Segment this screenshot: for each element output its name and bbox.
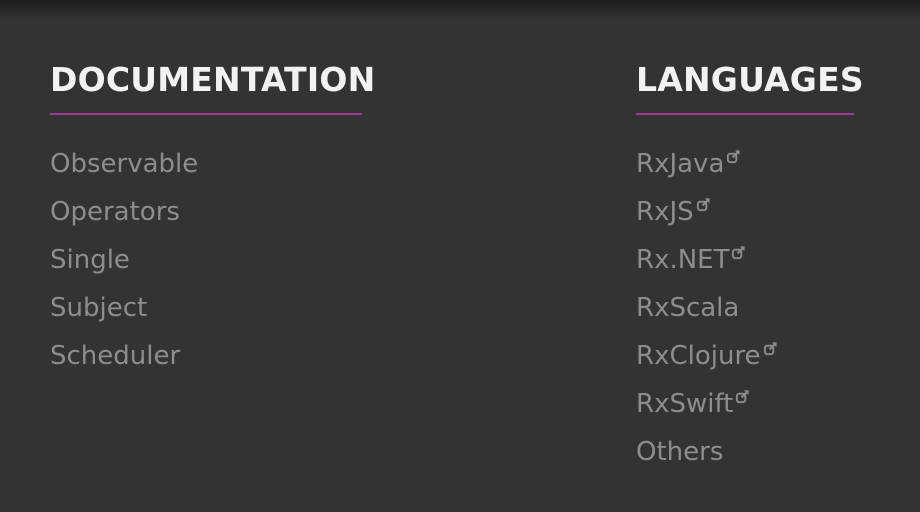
- documentation-item-scheduler: Scheduler: [50, 332, 362, 380]
- languages-item-others: Others: [636, 428, 854, 476]
- rxclojure-link-label: RxClojure: [636, 341, 761, 371]
- external-link-icon: [763, 342, 777, 356]
- external-link-icon: [732, 246, 746, 260]
- languages-item-rxscala: RxScala: [636, 284, 854, 332]
- languages-item-rxjava: RxJava: [636, 140, 854, 188]
- languages-item-rxclojure: RxClojure: [636, 332, 854, 380]
- top-shadow: [0, 0, 920, 18]
- rxscala-link[interactable]: RxScala: [636, 293, 739, 323]
- documentation-item-operators: Operators: [50, 188, 362, 236]
- subject-link[interactable]: Subject: [50, 293, 147, 323]
- languages-item-rxnet: Rx.NET: [636, 236, 854, 284]
- external-link-icon: [696, 198, 710, 212]
- documentation-item-subject: Subject: [50, 284, 362, 332]
- languages-section: LANGUAGES RxJava RxJS Rx.NET RxScala RxC…: [636, 58, 864, 476]
- external-link-icon: [736, 390, 750, 404]
- rxnet-link[interactable]: Rx.NET: [636, 245, 746, 275]
- languages-item-rxjs: RxJS: [636, 188, 854, 236]
- rxjava-link[interactable]: RxJava: [636, 149, 741, 179]
- rxscala-link-label: RxScala: [636, 293, 740, 323]
- documentation-section: DOCUMENTATION Observable Operators Singl…: [50, 58, 376, 380]
- rxswift-link[interactable]: RxSwift: [636, 389, 750, 419]
- single-link[interactable]: Single: [50, 245, 130, 275]
- documentation-link-list: Observable Operators Single Subject Sche…: [50, 140, 362, 380]
- documentation-heading: DOCUMENTATION: [50, 60, 376, 99]
- documentation-heading-underline: [50, 113, 362, 115]
- others-link[interactable]: Others: [636, 437, 723, 467]
- rxclojure-link[interactable]: RxClojure: [636, 341, 778, 371]
- operators-link[interactable]: Operators: [50, 197, 180, 227]
- documentation-item-observable: Observable: [50, 140, 362, 188]
- scheduler-link[interactable]: Scheduler: [50, 341, 180, 371]
- external-link-icon: [727, 150, 741, 164]
- languages-link-list: RxJava RxJS Rx.NET RxScala RxClojure RxS…: [636, 140, 854, 476]
- rxjs-link-label: RxJS: [636, 197, 694, 227]
- rxjava-link-label: RxJava: [636, 149, 725, 179]
- others-link-label: Others: [636, 437, 724, 467]
- rxnet-link-label: Rx.NET: [636, 245, 730, 275]
- rxjs-link[interactable]: RxJS: [636, 197, 711, 227]
- observable-link[interactable]: Observable: [50, 149, 198, 179]
- rxswift-link-label: RxSwift: [636, 389, 734, 419]
- languages-heading: LANGUAGES: [636, 60, 864, 99]
- languages-heading-underline: [636, 113, 854, 115]
- languages-item-rxswift: RxSwift: [636, 380, 854, 428]
- documentation-item-single: Single: [50, 236, 362, 284]
